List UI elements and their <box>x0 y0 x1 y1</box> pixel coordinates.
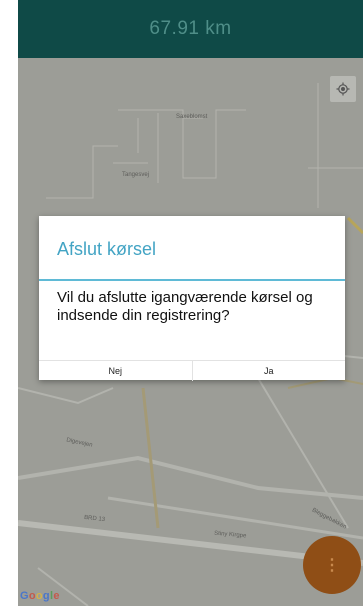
distance-readout: 67.91 km <box>149 18 232 39</box>
more-options-fab[interactable]: ⋮ <box>303 536 361 594</box>
dialog-title-divider <box>39 279 345 281</box>
no-button[interactable]: Nej <box>39 361 192 381</box>
more-vert-icon: ⋮ <box>324 557 340 574</box>
street-label: Tangesvej <box>122 172 150 178</box>
my-location-button[interactable] <box>330 76 356 102</box>
dialog-button-bar: Nej Ja <box>39 360 345 381</box>
dialog-message: Vil du afslutte igangværende kørsel og i… <box>57 289 313 324</box>
yes-button[interactable]: Ja <box>193 361 346 381</box>
top-bar: 67.91 km <box>18 0 363 58</box>
google-logo: Google <box>20 590 60 602</box>
app-screen: 67.91 km Saxeblomst Tangesvej Digevejen <box>18 0 363 606</box>
street-label: Saxeblomst <box>176 114 208 120</box>
dialog-title: Afslut kørsel <box>57 239 157 259</box>
end-trip-dialog: Afslut kørsel Vil du afslutte igangværen… <box>39 216 345 381</box>
my-location-icon <box>336 82 350 96</box>
